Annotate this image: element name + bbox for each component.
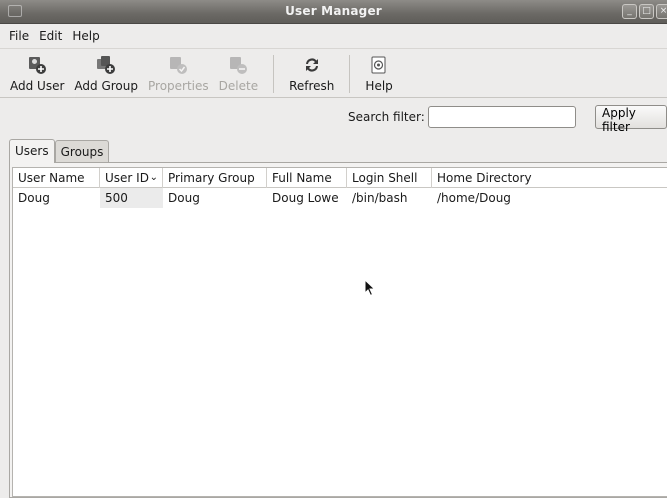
toolbar: Add User Add Group Properties Delete Ref…: [0, 48, 667, 98]
help-icon: [368, 55, 390, 75]
properties-icon: [167, 55, 189, 75]
cell-login-shell: /bin/bash: [352, 191, 408, 205]
delete-button[interactable]: Delete: [214, 49, 263, 97]
window-controls: _ □ ×: [622, 4, 667, 19]
tab-groups[interactable]: Groups: [54, 140, 110, 163]
refresh-button[interactable]: Refresh: [284, 49, 339, 97]
menu-file[interactable]: File: [4, 29, 34, 43]
tab-panel: User Name User ID ⌄ Primary Group Full N…: [9, 162, 667, 498]
users-list[interactable]: User Name User ID ⌄ Primary Group Full N…: [12, 167, 667, 497]
add-group-icon: [95, 55, 117, 75]
delete-label: Delete: [218, 79, 259, 93]
search-row: Search filter: Apply filter: [0, 105, 667, 134]
delete-icon: [227, 55, 249, 75]
search-filter-label: Search filter:: [348, 110, 425, 124]
tab-strip: Users Groups: [9, 139, 110, 163]
toolbar-separator: [349, 55, 351, 93]
mouse-pointer-icon: [364, 279, 376, 297]
toolbar-separator: [273, 55, 275, 93]
menu-help[interactable]: Help: [67, 29, 104, 43]
window-title: User Manager: [285, 4, 382, 18]
column-header-user-name[interactable]: User Name: [13, 168, 100, 188]
refresh-icon: [301, 55, 323, 75]
add-user-button[interactable]: Add User: [5, 49, 69, 97]
column-header-primary-group[interactable]: Primary Group: [163, 168, 267, 188]
add-user-icon: [26, 55, 48, 75]
apply-filter-button[interactable]: Apply filter: [595, 105, 667, 134]
search-filter-input[interactable]: [428, 106, 576, 128]
cell-user-name: Doug: [18, 191, 50, 205]
sort-descending-icon: ⌄: [149, 172, 158, 183]
minimize-button[interactable]: _: [622, 4, 637, 19]
tab-users[interactable]: Users: [9, 139, 55, 163]
properties-button[interactable]: Properties: [143, 49, 214, 97]
menu-bar: File Edit Help: [0, 25, 667, 47]
cell-primary-group: Doug: [168, 191, 200, 205]
close-button[interactable]: ×: [656, 4, 667, 19]
help-button[interactable]: Help: [360, 49, 397, 97]
add-group-label: Add Group: [74, 79, 138, 93]
title-bar: User Manager _ □ ×: [0, 0, 667, 24]
maximize-button[interactable]: □: [639, 4, 654, 19]
add-group-button[interactable]: Add Group: [69, 49, 143, 97]
column-header-user-id[interactable]: User ID ⌄: [100, 168, 163, 188]
cell-user-id: 500: [100, 188, 163, 208]
cell-home-directory: /home/Doug: [437, 191, 511, 205]
add-user-label: Add User: [10, 79, 65, 93]
properties-label: Properties: [148, 79, 209, 93]
table-header: User Name User ID ⌄ Primary Group Full N…: [13, 168, 667, 188]
column-header-full-name[interactable]: Full Name: [267, 168, 347, 188]
menu-edit[interactable]: Edit: [34, 29, 67, 43]
cell-full-name: Doug Lowe: [272, 191, 339, 205]
refresh-label: Refresh: [289, 79, 335, 93]
column-header-home-directory[interactable]: Home Directory: [432, 168, 667, 188]
table-row[interactable]: Doug 500 Doug Doug Lowe /bin/bash /home/…: [13, 188, 667, 208]
column-header-login-shell[interactable]: Login Shell: [347, 168, 432, 188]
column-header-label: User ID: [105, 171, 149, 185]
help-label: Help: [365, 79, 393, 93]
